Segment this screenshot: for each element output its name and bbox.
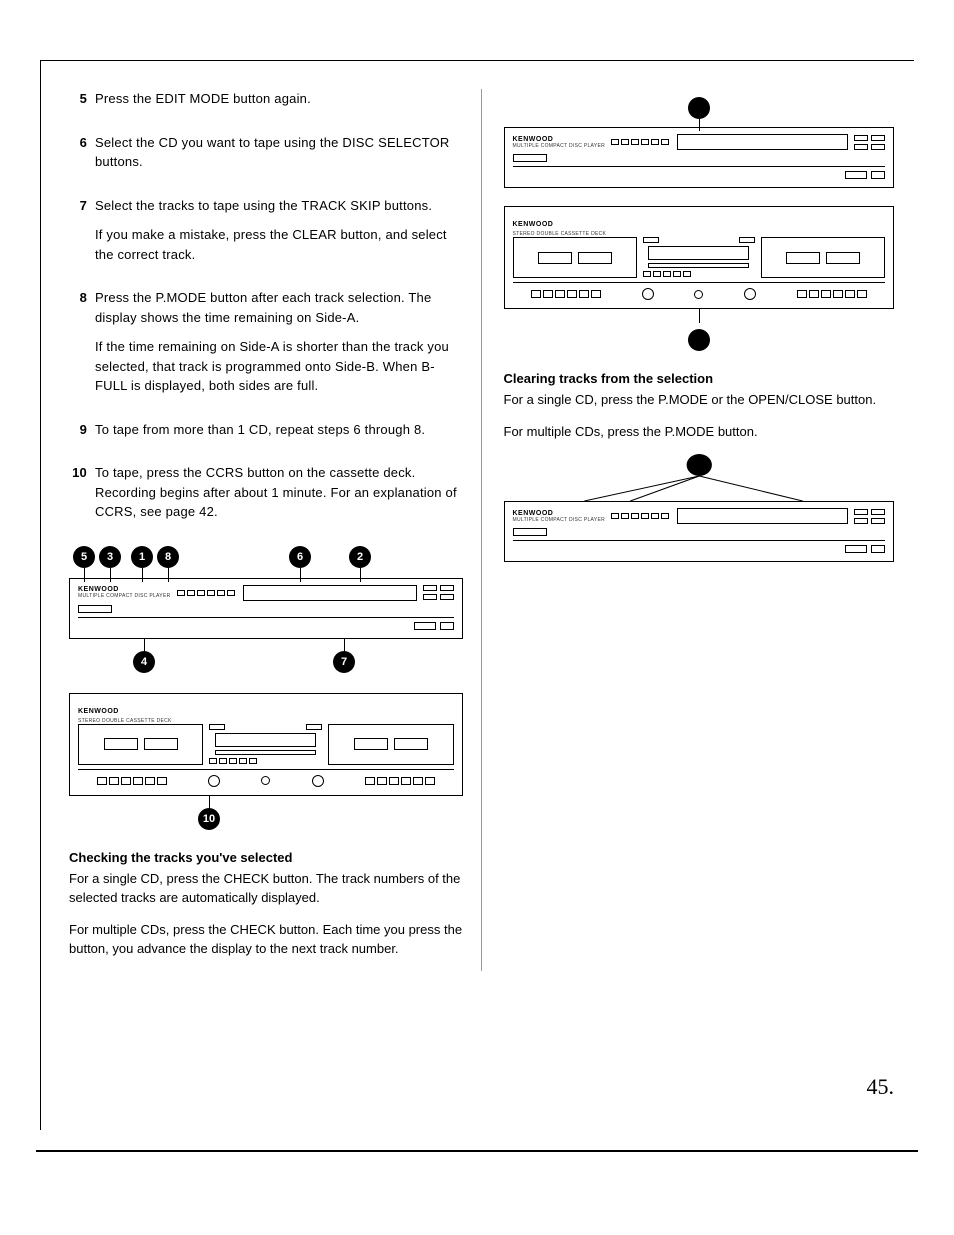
callout-dot — [688, 97, 710, 119]
callout-dot — [688, 329, 710, 351]
device-brand: KENWOOD — [513, 221, 554, 228]
tape-deck-diagram: KENWOOD STEREO DOUBLE CASSETTE DECK — [504, 206, 895, 353]
cd-player-diagram: 5 3 1 8 6 2 — [69, 546, 463, 675]
step-text: Select the CD you want to tape using the… — [95, 133, 463, 172]
callout-dot: 10 — [198, 808, 220, 830]
device-brand: KENWOOD — [513, 510, 606, 517]
clearing-heading: Clearing tracks from the selection — [504, 371, 895, 386]
cd-player-diagram: KENWOOD MULTIPLE COMPACT DISC PLAYER — [504, 89, 895, 188]
device-sublabel: MULTIPLE COMPACT DISC PLAYER — [78, 593, 171, 599]
step-text: Press the EDIT MODE button again. — [95, 89, 463, 109]
step-number: 8 — [69, 288, 95, 406]
checking-text: For multiple CDs, press the CHECK button… — [69, 920, 463, 959]
step-text: If the time remaining on Side-A is short… — [95, 337, 463, 396]
callout-dot: 4 — [133, 651, 155, 673]
step-7: 7 Select the tracks to tape using the TR… — [69, 196, 463, 275]
device-sublabel: MULTIPLE COMPACT DISC PLAYER — [513, 517, 606, 523]
step-number: 10 — [69, 463, 95, 532]
step-9: 9 To tape from more than 1 CD, repeat st… — [69, 420, 463, 450]
step-5: 5 Press the EDIT MODE button again. — [69, 89, 463, 119]
step-text: To tape, press the CCRS button on the ca… — [95, 463, 463, 522]
clearing-text: For a single CD, press the P.MODE or the… — [504, 390, 895, 410]
tape-deck-diagram: KENWOOD STEREO DOUBLE CASSETTE DECK — [69, 693, 463, 832]
step-10: 10 To tape, press the CCRS button on the… — [69, 463, 463, 532]
checking-heading: Checking the tracks you've selected — [69, 850, 463, 865]
callout-dot: 3 — [99, 546, 121, 568]
callout-dot: 5 — [73, 546, 95, 568]
step-text: Select the tracks to tape using the TRAC… — [95, 196, 463, 216]
step-number: 9 — [69, 420, 95, 450]
step-text: Press the P.MODE button after each track… — [95, 288, 463, 327]
step-number: 5 — [69, 89, 95, 119]
callout-dot: 7 — [333, 651, 355, 673]
checking-text: For a single CD, press the CHECK button.… — [69, 869, 463, 908]
callout-dot: 2 — [349, 546, 371, 568]
step-text: To tape from more than 1 CD, repeat step… — [95, 420, 463, 440]
device-brand: KENWOOD — [78, 708, 119, 715]
device-brand: KENWOOD — [78, 586, 171, 593]
step-6: 6 Select the CD you want to tape using t… — [69, 133, 463, 182]
step-text: If you make a mistake, press the CLEAR b… — [95, 225, 463, 264]
page-number: 45. — [867, 1074, 895, 1100]
callout-dot: 6 — [289, 546, 311, 568]
step-number: 7 — [69, 196, 95, 275]
callout-dot: 8 — [157, 546, 179, 568]
step-8: 8 Press the P.MODE button after each tra… — [69, 288, 463, 406]
callout-dot: 1 — [131, 546, 153, 568]
step-number: 6 — [69, 133, 95, 182]
clearing-text: For multiple CDs, press the P.MODE butto… — [504, 422, 895, 442]
cd-player-diagram: KENWOOD MULTIPLE COMPACT DISC PLAYER — [504, 453, 895, 562]
device-brand: KENWOOD — [513, 136, 606, 143]
device-sublabel: MULTIPLE COMPACT DISC PLAYER — [513, 143, 606, 149]
